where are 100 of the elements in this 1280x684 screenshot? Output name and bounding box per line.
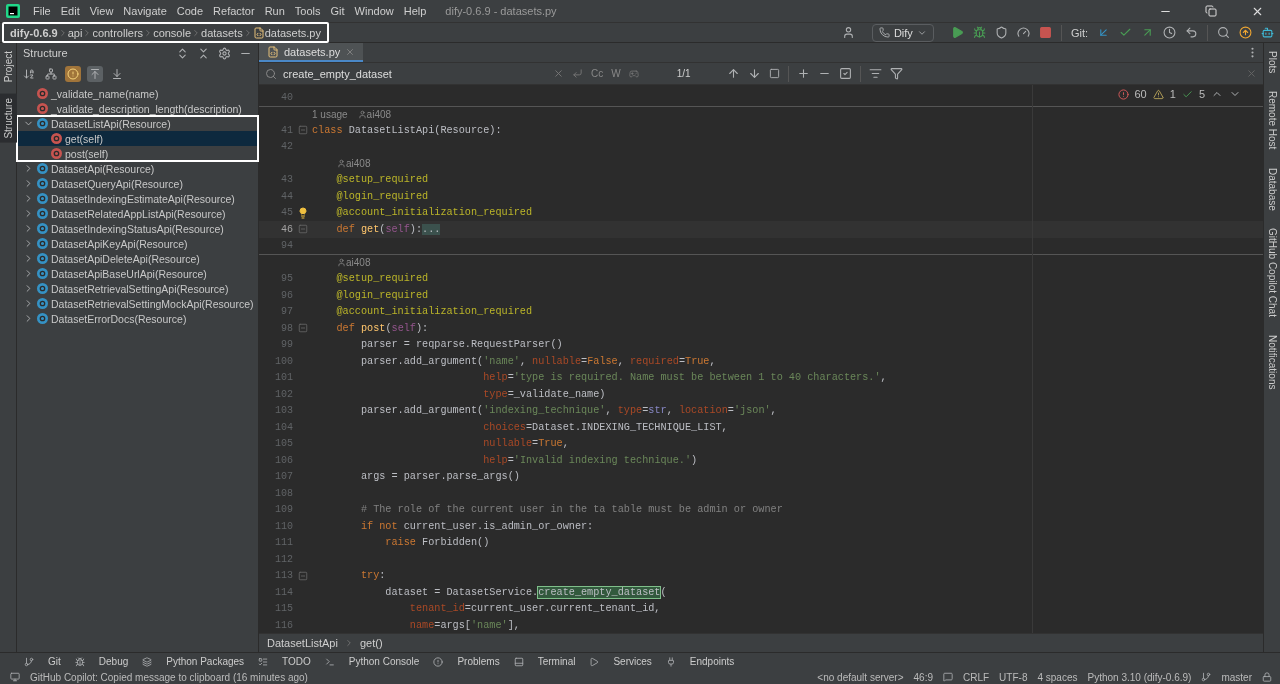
- history-icon[interactable]: [1163, 26, 1176, 39]
- tree-item[interactable]: DatasetRetrievalSettingApi(Resource): [17, 281, 258, 296]
- menu-item[interactable]: View: [84, 5, 119, 17]
- menu-item[interactable]: Navigate: [118, 5, 172, 17]
- tool-window-button[interactable]: Services: [613, 656, 652, 667]
- lightbulb-icon[interactable]: [296, 206, 309, 219]
- add-occurrence-icon[interactable]: [796, 67, 810, 80]
- fold-icon[interactable]: [297, 323, 308, 334]
- tree-item[interactable]: DatasetApi(Resource): [17, 161, 258, 176]
- open-in-window-icon[interactable]: [768, 68, 780, 79]
- typo-count[interactable]: 5: [1198, 88, 1205, 100]
- tool-window-tab[interactable]: Plots: [1263, 47, 1280, 78]
- tree-item[interactable]: _validate_name(name): [17, 86, 258, 101]
- author-hint[interactable]: ai408: [366, 108, 392, 120]
- menu-item[interactable]: Edit: [55, 5, 85, 17]
- menu-item[interactable]: Help: [398, 5, 432, 17]
- tool-window-tab[interactable]: GitHub Copilot Chat: [1263, 224, 1280, 322]
- user-icon[interactable]: [841, 26, 855, 39]
- tree-item[interactable]: DatasetIndexingEstimateApi(Resource): [17, 191, 258, 206]
- menu-item[interactable]: Run: [259, 5, 290, 17]
- git-branch[interactable]: master: [1221, 671, 1252, 683]
- hierarchy-toggle[interactable]: [43, 66, 59, 82]
- tool-window-button[interactable]: Debug: [98, 656, 129, 667]
- tool-window-tab[interactable]: Database: [1263, 163, 1280, 215]
- commit-check-icon[interactable]: [1119, 26, 1132, 39]
- filter-lines-icon[interactable]: [868, 67, 882, 80]
- tree-item[interactable]: DatasetApiBaseUrlApi(Resource): [17, 266, 258, 281]
- fold-icon[interactable]: [297, 125, 308, 136]
- arrow-up-icon[interactable]: [726, 67, 740, 80]
- caret-position[interactable]: 46:9: [913, 671, 933, 683]
- tool-window-tab[interactable]: Structure: [0, 94, 17, 143]
- breadcrumb-item[interactable]: datasets.py: [264, 26, 321, 39]
- tool-window-button[interactable]: Endpoints: [689, 656, 735, 667]
- search-field[interactable]: create_empty_dataset: [281, 66, 511, 81]
- lock-icon[interactable]: [1262, 672, 1272, 682]
- sort-toggle[interactable]: [21, 66, 37, 82]
- arrow-down-icon[interactable]: [747, 67, 761, 80]
- tree-item[interactable]: DatasetApiDeleteApi(Resource): [17, 251, 258, 266]
- breadcrumb-item[interactable]: dify-0.6.9: [10, 26, 58, 39]
- tree-item[interactable]: DatasetRetrievalSettingMockApi(Resource): [17, 296, 258, 311]
- tool-window-tab[interactable]: Notifications: [1263, 331, 1280, 394]
- search-icon[interactable]: [1217, 26, 1230, 39]
- filter-icon[interactable]: [889, 67, 903, 80]
- tool-window-tab[interactable]: Remote Host: [1263, 87, 1280, 154]
- rollback-icon[interactable]: [1185, 26, 1198, 39]
- indent-setting[interactable]: 4 spaces: [1037, 671, 1078, 683]
- tree-item[interactable]: DatasetListApi(Resource): [17, 116, 258, 131]
- tool-window-button[interactable]: Python Console: [348, 656, 420, 667]
- expand-all-icon[interactable]: [176, 46, 189, 60]
- menu-item[interactable]: Code: [171, 5, 209, 17]
- tool-window-button[interactable]: Git: [48, 656, 61, 667]
- debug-icon[interactable]: [972, 26, 986, 39]
- usage-hint[interactable]: 1 usage: [312, 108, 348, 120]
- tree-item[interactable]: _validate_description_length(description): [17, 101, 258, 116]
- breadcrumb-item[interactable]: api: [67, 26, 83, 39]
- author-hint[interactable]: ai408: [346, 257, 371, 269]
- menu-item[interactable]: File: [28, 5, 56, 17]
- fold-icon[interactable]: [297, 224, 308, 235]
- breadcrumb-item[interactable]: console: [153, 26, 192, 39]
- fields-toggle[interactable]: [65, 66, 81, 82]
- interpreter-status[interactable]: Python 3.10 (dify-0.6.9): [1087, 671, 1192, 683]
- tree-item[interactable]: DatasetIndexingStatusApi(Resource): [17, 221, 258, 236]
- menu-item[interactable]: Refactor: [208, 5, 260, 17]
- menu-item[interactable]: Window: [349, 5, 399, 17]
- error-count[interactable]: 60: [1134, 88, 1147, 100]
- tree-item[interactable]: post(self): [17, 146, 258, 161]
- run-icon[interactable]: [950, 26, 964, 39]
- menu-item[interactable]: Git: [325, 5, 350, 17]
- run-config-dropdown[interactable]: Dify: [871, 23, 934, 42]
- select-all-icon[interactable]: [838, 67, 852, 80]
- breadcrumb-item[interactable]: controllers: [92, 26, 144, 39]
- breadcrumb-item[interactable]: datasets: [201, 26, 243, 39]
- coverage-icon[interactable]: [994, 26, 1008, 39]
- tree-item[interactable]: DatasetApiKeyApi(Resource): [17, 236, 258, 251]
- tool-window-button[interactable]: Python Packages: [166, 656, 245, 667]
- settings-icon[interactable]: [218, 46, 231, 60]
- push-arrow-icon[interactable]: [1141, 26, 1154, 39]
- tree-item[interactable]: get(self): [17, 131, 258, 146]
- breadcrumb-item[interactable]: get(): [359, 637, 383, 649]
- menu-item[interactable]: Tools: [289, 5, 326, 17]
- file-encoding[interactable]: UTF-8: [999, 671, 1028, 683]
- line-separator[interactable]: CRLF: [963, 671, 990, 683]
- stop-icon[interactable]: [1038, 26, 1052, 39]
- profile-icon[interactable]: [1016, 26, 1030, 39]
- inherited-toggle[interactable]: [87, 66, 103, 82]
- clear-icon[interactable]: [553, 68, 564, 79]
- update-icon[interactable]: [1239, 26, 1252, 39]
- tree-item[interactable]: DatasetQueryApi(Resource): [17, 176, 258, 191]
- fold-icon[interactable]: [297, 570, 308, 581]
- breadcrumb-item[interactable]: DatasetListApi: [267, 637, 338, 649]
- tool-window-tab[interactable]: Project: [0, 47, 17, 87]
- editor-tab[interactable]: datasets.py: [259, 43, 364, 62]
- tool-window-button[interactable]: TODO: [282, 656, 311, 667]
- server-status[interactable]: <no default server>: [817, 671, 904, 683]
- collapse-all-icon[interactable]: [197, 46, 210, 60]
- update-arrow-icon[interactable]: [1097, 26, 1110, 39]
- warning-count[interactable]: 1: [1169, 88, 1176, 100]
- tree-item[interactable]: DatasetErrorDocs(Resource): [17, 311, 258, 326]
- newline-icon[interactable]: [572, 68, 583, 79]
- tool-window-button[interactable]: Problems: [457, 656, 500, 667]
